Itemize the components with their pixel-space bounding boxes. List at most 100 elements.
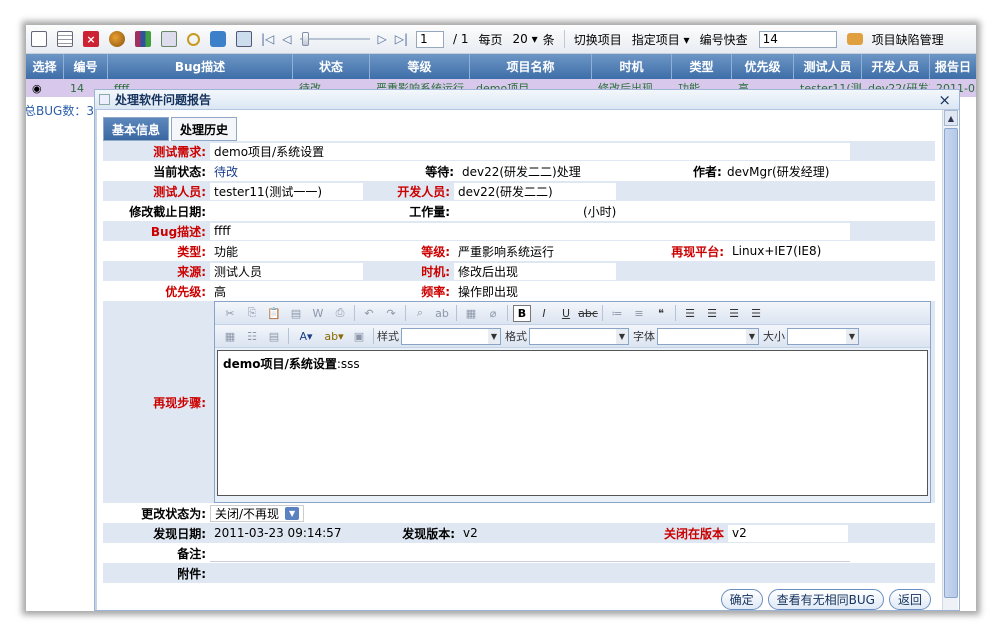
per-page-select[interactable]: 20 ▾ bbox=[513, 32, 538, 46]
col-type[interactable]: 类型 bbox=[672, 54, 732, 79]
scroll-up-icon[interactable]: ▲ bbox=[944, 110, 958, 126]
scroll-thumb[interactable] bbox=[944, 128, 958, 598]
col-level[interactable]: 等级 bbox=[370, 54, 470, 79]
strikethrough-icon[interactable]: abc bbox=[578, 305, 598, 322]
align-center-icon[interactable]: ☰ bbox=[703, 305, 721, 322]
col-tester[interactable]: 测试人员 bbox=[794, 54, 862, 79]
table-icon[interactable]: ▦ bbox=[221, 328, 239, 345]
col-developer[interactable]: 开发人员 bbox=[862, 54, 930, 79]
page-number-input[interactable]: 1 bbox=[416, 30, 445, 48]
highlight-color-icon[interactable]: ab▾ bbox=[322, 328, 346, 345]
size-select[interactable]: ▼ bbox=[787, 327, 859, 345]
switch-project-button[interactable]: 切换项目 bbox=[574, 31, 622, 48]
new-document-icon[interactable] bbox=[31, 31, 47, 47]
align-right-icon[interactable]: ☰ bbox=[725, 305, 743, 322]
change-status-select[interactable]: 关闭/不再现 ▼ bbox=[210, 504, 305, 522]
search-icon[interactable] bbox=[187, 32, 200, 46]
deadline-input[interactable] bbox=[210, 202, 350, 220]
font-select[interactable]: ▼ bbox=[657, 327, 759, 345]
bold-icon[interactable]: B bbox=[513, 304, 531, 322]
last-page-icon[interactable]: ▷| bbox=[395, 32, 408, 46]
cut-icon[interactable]: ✂ bbox=[221, 305, 239, 322]
select-all-icon[interactable]: ▦ bbox=[462, 305, 480, 322]
replace-icon[interactable]: ab bbox=[433, 305, 451, 322]
remove-format-icon[interactable]: ⌀ bbox=[484, 305, 502, 322]
col-project[interactable]: 项目名称 bbox=[470, 54, 592, 79]
assign-project-button[interactable]: 指定项目 ▾ bbox=[632, 31, 690, 48]
test-req-value: demo项目/系统设置 bbox=[210, 142, 850, 160]
defect-mgmt-title[interactable]: 项目缺陷管理 bbox=[872, 31, 944, 48]
prev-page-icon[interactable]: ◁ bbox=[282, 32, 291, 46]
export-icon[interactable] bbox=[161, 31, 177, 47]
list-view-icon[interactable] bbox=[57, 31, 73, 47]
paste-text-icon[interactable]: ▤ bbox=[287, 305, 305, 322]
align-justify-icon[interactable]: ☰ bbox=[747, 305, 765, 322]
find-icon[interactable]: ⌕ bbox=[411, 305, 429, 322]
numbered-list-icon[interactable]: ≔ bbox=[608, 305, 626, 322]
dialog-scrollbar[interactable]: ▲ bbox=[942, 110, 958, 610]
screen-capture-icon[interactable] bbox=[236, 31, 252, 47]
source-icon[interactable]: ▣ bbox=[350, 328, 368, 345]
redo-icon[interactable]: ↷ bbox=[382, 305, 400, 322]
tab-history[interactable]: 处理历史 bbox=[171, 117, 238, 141]
page-slider[interactable] bbox=[299, 32, 370, 46]
row-radio[interactable]: ◉ bbox=[26, 79, 64, 97]
align-left-icon[interactable]: ☰ bbox=[681, 305, 699, 322]
italic-icon[interactable]: I bbox=[535, 305, 553, 322]
ok-button[interactable]: 确定 bbox=[720, 589, 763, 610]
users-icon[interactable] bbox=[109, 31, 125, 47]
steps-textarea[interactable]: demo项目/系统设置:sss bbox=[217, 350, 928, 496]
platform-label: 再现平台: bbox=[671, 244, 724, 259]
type-label: 类型: bbox=[177, 244, 206, 259]
paste-word-icon[interactable]: W bbox=[309, 305, 327, 322]
col-priority[interactable]: 优先级 bbox=[732, 54, 794, 79]
check-duplicate-button[interactable]: 查看有无相同BUG bbox=[767, 589, 884, 610]
col-id[interactable]: 编号 bbox=[64, 54, 108, 79]
bug-total-count: 总BUG数：3 bbox=[26, 104, 94, 118]
close-icon[interactable]: × bbox=[938, 91, 951, 109]
col-report-date[interactable]: 报告日 bbox=[930, 54, 976, 79]
copy-icon[interactable]: ⎘ bbox=[243, 305, 261, 322]
change-status-label: 更改状态为: bbox=[141, 506, 206, 521]
slider-knob[interactable] bbox=[301, 32, 309, 46]
editor-toolbar-2: ▦ ☷ ▤ A▾ ab▾ ▣ 样式 ▼ 格式 ▼ 字体 ▼ 大小 ▼ bbox=[215, 325, 930, 348]
col-desc[interactable]: Bug描述 bbox=[108, 54, 293, 79]
col-select[interactable]: 选择 bbox=[26, 54, 64, 79]
dialog-window-icon bbox=[99, 94, 110, 105]
author-label: 作者: bbox=[693, 164, 722, 179]
col-timing[interactable]: 时机 bbox=[592, 54, 672, 79]
workload-input[interactable] bbox=[454, 202, 579, 220]
message-icon[interactable] bbox=[210, 31, 226, 47]
chevron-down-icon[interactable]: ▼ bbox=[285, 506, 300, 520]
paste-icon[interactable]: 📋 bbox=[265, 305, 283, 322]
tab-basic-info[interactable]: 基本信息 bbox=[103, 117, 170, 141]
print-icon[interactable]: ⎙ bbox=[331, 305, 349, 322]
found-ver-label: 发现版本: bbox=[402, 526, 455, 541]
first-page-icon[interactable]: |◁ bbox=[261, 32, 274, 46]
attach-field[interactable] bbox=[210, 565, 850, 582]
workload-unit: (小时) bbox=[583, 204, 617, 219]
special-char-icon[interactable]: ▤ bbox=[265, 328, 283, 345]
quick-lookup-label: 编号快查 bbox=[699, 32, 748, 47]
col-status[interactable]: 状态 bbox=[293, 54, 370, 79]
close-ver-value: v2 bbox=[728, 524, 848, 542]
dialog-titlebar[interactable]: 处理软件问题报告 bbox=[95, 90, 959, 110]
format-select[interactable]: ▼ bbox=[529, 327, 629, 345]
next-page-icon[interactable]: ▷ bbox=[378, 32, 387, 46]
hand-icon bbox=[846, 33, 863, 45]
font-color-icon[interactable]: A▾ bbox=[294, 328, 318, 345]
horizontal-rule-icon[interactable]: ☷ bbox=[243, 328, 261, 345]
remark-input[interactable] bbox=[210, 544, 850, 562]
books-icon[interactable] bbox=[135, 31, 151, 47]
found-ver-value: v2 bbox=[463, 526, 478, 540]
remark-label: 备注: bbox=[177, 546, 206, 561]
style-select[interactable]: ▼ bbox=[401, 327, 501, 345]
status-value: 待改 bbox=[214, 164, 239, 179]
back-button[interactable]: 返回 bbox=[888, 589, 931, 610]
quick-lookup-input[interactable]: 14 bbox=[758, 30, 837, 48]
underline-icon[interactable]: U bbox=[557, 305, 575, 322]
delete-icon[interactable]: × bbox=[83, 31, 99, 47]
blockquote-icon[interactable]: ❝ bbox=[652, 305, 670, 322]
undo-icon[interactable]: ↶ bbox=[360, 305, 378, 322]
bullet-list-icon[interactable]: ≡ bbox=[630, 305, 648, 322]
